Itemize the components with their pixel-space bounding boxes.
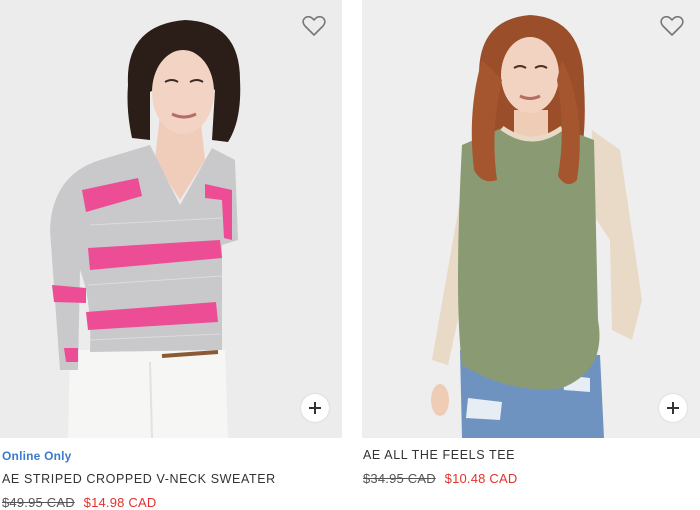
product-name[interactable]: AE ALL THE FEELS TEE [363, 448, 515, 462]
tee-model-illustration [431, 15, 642, 438]
product-card-feels-tee[interactable]: AE ALL THE FEELS TEE $34.95 CAD $10.48 C… [362, 0, 700, 486]
sweater-model-illustration [50, 20, 241, 438]
quick-add-plus-icon[interactable] [301, 394, 329, 422]
original-price: $34.95 CAD [363, 471, 436, 486]
wishlist-heart-icon[interactable] [660, 15, 684, 37]
sale-price: $14.98 CAD [83, 495, 157, 510]
sale-price: $10.48 CAD [444, 471, 518, 486]
original-price: $49.95 CAD [2, 495, 75, 510]
product-image[interactable] [0, 0, 342, 438]
wishlist-heart-icon[interactable] [302, 15, 326, 37]
quick-add-plus-icon[interactable] [659, 394, 687, 422]
product-price: $34.95 CAD $10.48 CAD [363, 471, 517, 486]
product-image[interactable] [362, 0, 700, 438]
product-card-striped-sweater[interactable]: Online Only AE STRIPED CROPPED V-NECK SW… [0, 0, 342, 510]
product-name[interactable]: AE STRIPED CROPPED V-NECK SWEATER [2, 472, 276, 486]
product-price: $49.95 CAD $14.98 CAD [2, 495, 156, 510]
online-only-badge: Online Only [2, 449, 72, 463]
